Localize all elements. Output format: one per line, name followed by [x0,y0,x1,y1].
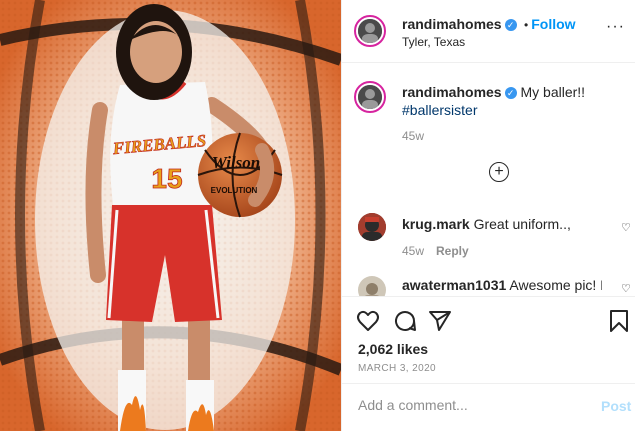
avatar-image [358,276,386,296]
comment-input[interactable] [358,397,578,413]
action-bar: 2,062 likes MARCH 3, 2020 [342,296,635,374]
jersey-number-text: 15 [151,163,182,194]
add-comment-bar: Post [342,383,635,431]
comment-2: awaterman1031 Awesome pic! L❤ [402,276,602,294]
comment-1-text: Great uniform.., [473,216,571,232]
likes-count[interactable]: 2,062 likes [358,341,428,357]
post-header: randimahomes ✓ • Follow Tyler, Texas ··· [342,0,635,63]
author-username[interactable]: randimahomes [402,16,502,32]
avatar-image [358,19,382,43]
post-location[interactable]: Tyler, Texas [402,35,465,49]
caption-avatar[interactable] [354,81,386,113]
load-more-comments-button[interactable]: + [489,162,509,182]
avatar-image [358,85,382,109]
comment-2-username[interactable]: awaterman1031 [402,277,506,293]
comment-1-time: 45w [402,244,425,258]
heart-outline-icon[interactable]: ♡ [621,282,631,295]
comment-1-username[interactable]: krug.mark [402,216,470,232]
heart-icon[interactable] [356,309,380,333]
avatar-image [358,213,386,241]
heart-outline-icon[interactable]: ♡ [621,221,631,234]
ball-model-text: EVOLUTION [211,186,258,195]
comment-1-meta: 45w Reply [402,244,469,258]
comment-avatar[interactable] [358,276,386,296]
caption: randimahomes ✓ My baller!! #ballersister [402,83,622,119]
comment-2-text: Awesome pic! L [509,277,602,293]
bookmark-icon[interactable] [607,309,631,333]
reply-button[interactable]: Reply [436,244,469,258]
verified-badge-icon: ✓ [504,18,517,31]
caption-text: My baller!! [520,84,586,100]
comment-icon[interactable] [393,309,417,333]
ellipsis-icon[interactable]: ··· [606,18,625,36]
header-title-row: randimahomes ✓ • Follow [402,16,576,34]
post-photo[interactable]: FIREBALLS 15 Wilson EVOLUTION [0,0,341,431]
ball-brand-text: Wilson [212,153,261,172]
caption-username[interactable]: randimahomes [402,84,502,100]
share-icon[interactable] [428,309,452,333]
comment-avatar[interactable] [358,213,386,241]
comments-list: randimahomes ✓ My baller!! #ballersister … [342,63,635,296]
follow-button[interactable]: Follow [531,16,575,32]
caption-time: 45w [402,129,425,143]
post-sidebar: randimahomes ✓ • Follow Tyler, Texas ··· r… [341,0,635,431]
photo-illustration: FIREBALLS 15 Wilson EVOLUTION [0,0,341,431]
instagram-post: FIREBALLS 15 Wilson EVOLUTION randimahom… [0,0,635,431]
author-avatar[interactable] [354,15,386,47]
comment-1: krug.mark Great uniform.., [402,215,602,233]
post-comment-button[interactable]: Post [601,398,631,414]
follow-separator: • [524,18,529,32]
post-date: MARCH 3, 2020 [358,363,437,374]
caption-hashtag[interactable]: #ballersister [402,102,477,118]
verified-badge-icon: ✓ [504,87,517,100]
